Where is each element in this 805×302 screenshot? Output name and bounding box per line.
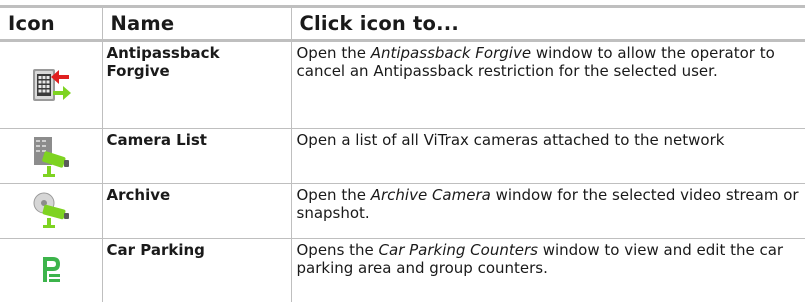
description-cell: Open the Antipassback Forgive window to … — [290, 40, 805, 129]
header-name: Name — [101, 6, 291, 41]
name-cell: Antipassback Forgive — [101, 40, 291, 129]
name-cell: Camera List — [101, 128, 291, 184]
header-icon: Icon — [8, 12, 55, 35]
icon-reference-table: Icon Name Click icon to... Antipassback … — [0, 5, 805, 302]
document-page: Icon Name Click icon to... Antipassback … — [0, 0, 805, 302]
archive-camera-icon[interactable] — [31, 191, 71, 231]
table-header-row: Icon Name Click icon to... — [0, 6, 805, 41]
car-parking-icon[interactable] — [39, 255, 63, 285]
description-cell: Opens the Car Parking Counters window to… — [290, 238, 805, 302]
icon-cell — [0, 183, 102, 239]
description-cell: Open the Archive Camera window for the s… — [290, 183, 805, 239]
icon-cell — [0, 239, 102, 302]
name-cell: Archive — [101, 183, 291, 239]
table-row: Archive Open the Archive Camera window f… — [0, 183, 805, 239]
table-row: Car Parking Opens the Car Parking Counte… — [0, 238, 805, 302]
table-row: Camera List Open a list of all ViTrax ca… — [0, 128, 805, 184]
description-cell: Open a list of all ViTrax cameras attach… — [290, 128, 805, 184]
antipassback-forgive-icon[interactable] — [31, 63, 71, 107]
name-cell: Car Parking — [101, 238, 291, 302]
icon-cell — [0, 128, 102, 184]
header-action: Click icon to... — [290, 6, 805, 41]
icon-cell — [0, 40, 102, 129]
table-row: Antipassback Forgive Open the Antipassba… — [0, 40, 805, 129]
camera-list-icon[interactable] — [31, 134, 71, 178]
